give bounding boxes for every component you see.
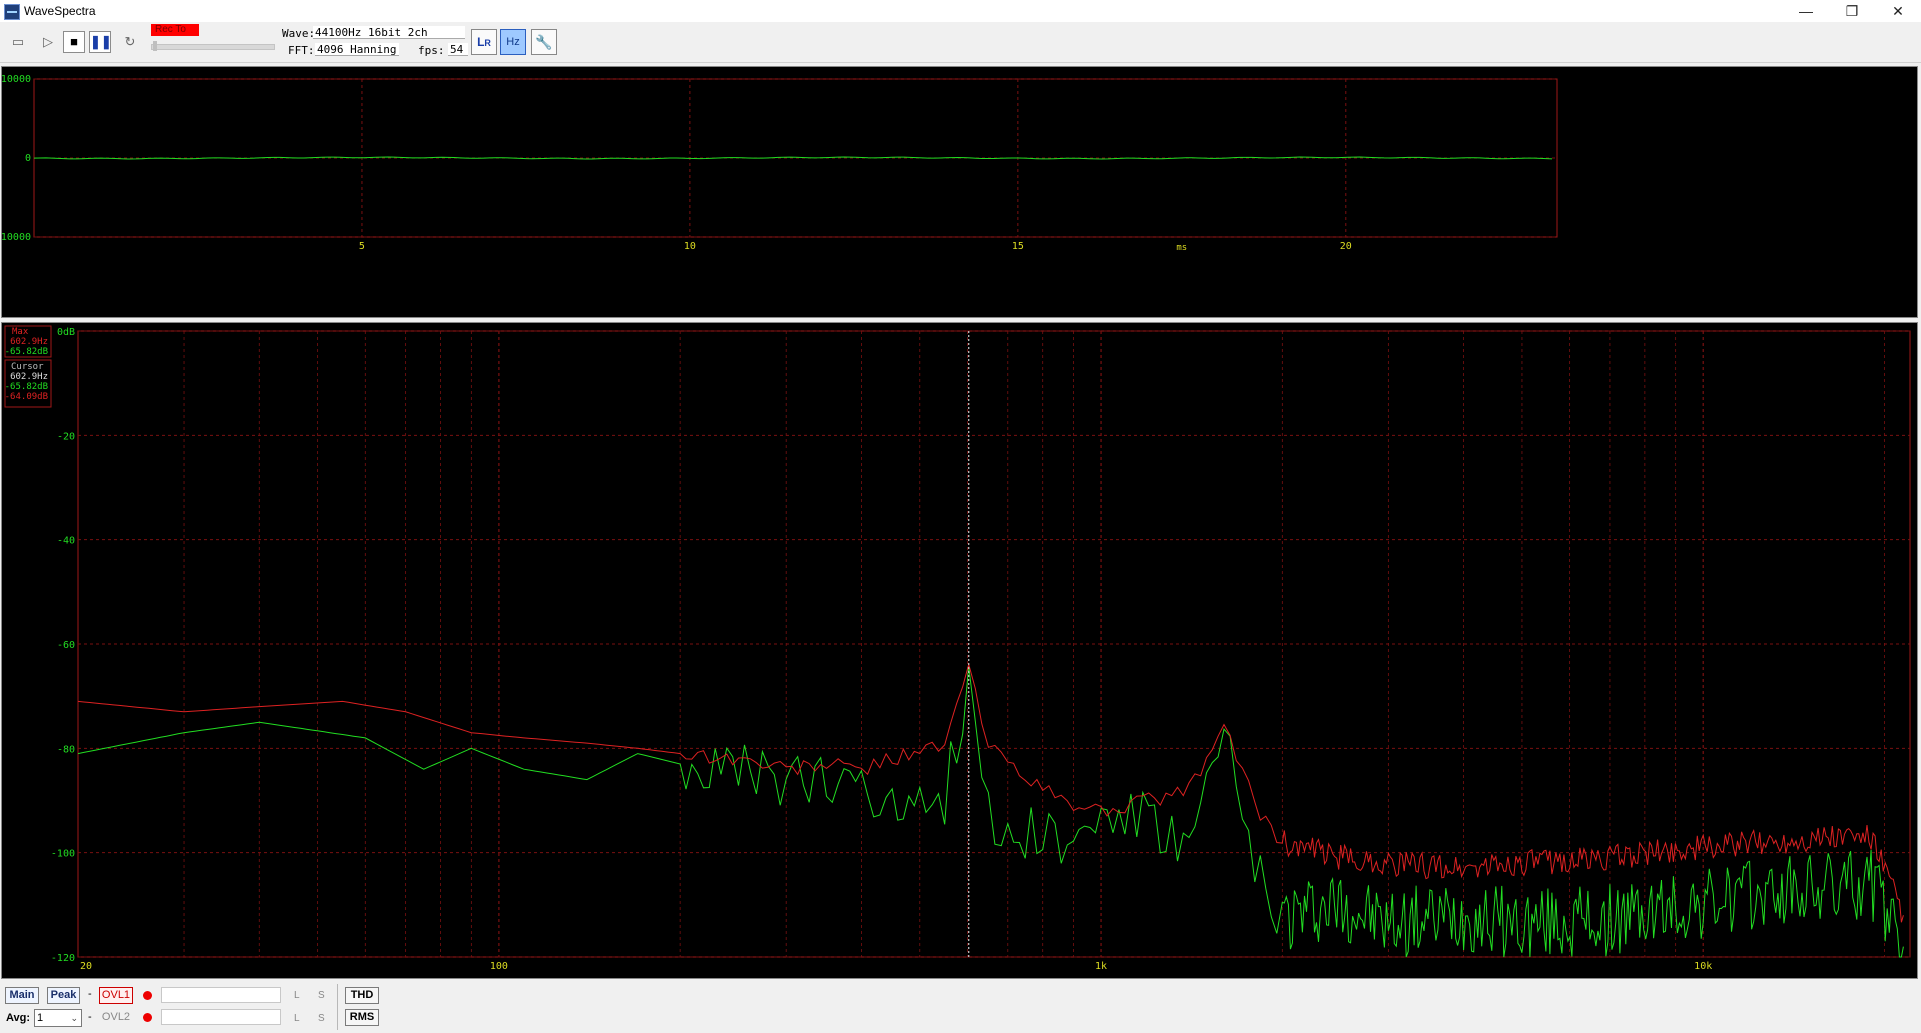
spectrum-trace-l xyxy=(77,666,1904,958)
level-meter-l xyxy=(161,987,281,1003)
wave-x-unit-label: ms xyxy=(1176,243,1187,253)
channel-lr-icon[interactable]: LR xyxy=(471,29,497,55)
wave-y-tick-label: 10000 xyxy=(2,74,31,85)
fps-label: fps: xyxy=(418,44,445,57)
rms-button[interactable]: RMS xyxy=(345,1009,379,1026)
spectrum-plot[interactable]: 0dB-20-40-60-80-100-12020 100 1k 10kMax602.… xyxy=(2,323,1917,978)
peak-button[interactable]: Peak xyxy=(47,987,80,1004)
status-bar: Main Peak - OVL1 L S THD Avg: 1 ⌄ - OVL2 … xyxy=(0,982,1921,1033)
title-bar: WaveSpectra — ❐ ✕ xyxy=(0,0,1921,23)
app-icon xyxy=(4,4,20,20)
ovl1-indicator[interactable]: OVL1 xyxy=(99,987,133,1004)
minimize-button[interactable]: — xyxy=(1783,0,1829,22)
cursor-db-r-value: -64.09dB xyxy=(5,392,48,402)
main-button[interactable]: Main xyxy=(5,987,39,1004)
spectrum-y-tick-label: 0dB xyxy=(57,327,75,338)
wave-x-tick-label: 10 xyxy=(684,241,696,252)
meter-s-label-2: S xyxy=(318,1013,325,1024)
separator xyxy=(337,984,338,1030)
chevron-down-icon: ⌄ xyxy=(70,1013,78,1023)
fft-setting-value[interactable]: 4096 Hanning xyxy=(315,43,399,56)
spectrum-x-tick-label: 10k xyxy=(1694,961,1712,972)
spectrum-y-tick-label: -80 xyxy=(57,744,75,755)
settings-wrench-icon[interactable]: 🔧 xyxy=(531,29,557,55)
avg-select[interactable]: 1 ⌄ xyxy=(34,1009,82,1027)
spectrum-y-tick-label: -40 xyxy=(57,536,75,547)
hz-scale-icon[interactable]: Hz xyxy=(500,29,526,55)
waveform-panel: 10000 0 -10000 5 10 15 20 ms xyxy=(0,66,1918,318)
wave-x-tick-label: 20 xyxy=(1340,241,1352,252)
spectrum-y-tick-label: -120 xyxy=(51,953,75,964)
wave-format-value: 44100Hz 16bit 2ch xyxy=(313,26,465,39)
open-file-icon[interactable]: ▭ xyxy=(7,31,29,53)
cursor-label: Cursor xyxy=(11,362,44,372)
stop-button[interactable]: ■ xyxy=(63,31,85,53)
dash-separator-2: - xyxy=(88,1011,92,1023)
slider-thumb[interactable] xyxy=(153,41,157,51)
dash-separator: - xyxy=(88,988,92,1000)
wave-x-tick-label: 5 xyxy=(359,241,365,252)
cursor-db-l-value: -65.82dB xyxy=(5,382,48,392)
thd-button[interactable]: THD xyxy=(345,987,379,1004)
restore-button[interactable]: ❐ xyxy=(1829,0,1875,22)
fft-label: FFT: xyxy=(288,44,315,57)
spectrum-plot-frame xyxy=(77,330,1911,958)
spectrum-x-tick-label: 20 xyxy=(80,961,92,972)
max-db-value: -65.82dB xyxy=(5,347,48,357)
wave-y-tick-label: -10000 xyxy=(2,232,31,243)
spectrum-y-tick-label: -20 xyxy=(57,431,75,442)
spectrum-x-tick-label: 1k xyxy=(1095,961,1107,972)
meter-l-label: L xyxy=(294,990,300,1001)
meter-s-label: S xyxy=(318,990,325,1001)
spectrum-x-tick-label: 100 xyxy=(490,961,508,972)
max-label: Max xyxy=(12,327,29,337)
wave-format-label: Wave: xyxy=(282,27,316,40)
close-button[interactable]: ✕ xyxy=(1875,0,1921,22)
cursor-freq-value: 602.9Hz xyxy=(10,372,48,382)
spectrum-panel: 0dB -20 -40 -60 -80 -100 -120 20 100 1k 10k Max 602.… xyxy=(1,322,1918,979)
window-title: WaveSpectra xyxy=(24,4,96,18)
waveform-plot: 10000 0 -10000 5 10 15 20 ms xyxy=(0,74,1558,253)
level-meter-r xyxy=(161,1009,281,1025)
fps-value: 54 xyxy=(448,43,468,56)
ovl2-indicator[interactable]: OVL2 xyxy=(99,1009,133,1026)
avg-value: 1 xyxy=(37,1012,44,1024)
pause-button[interactable]: ❚❚ xyxy=(89,31,112,53)
meter-l-label-2: L xyxy=(294,1013,300,1024)
input-level-slider[interactable] xyxy=(151,44,275,50)
wave-x-tick-label: 15 xyxy=(1012,241,1024,252)
spectrum-y-tick-label: -100 xyxy=(51,849,75,860)
spectrum-trace-r xyxy=(77,662,1904,923)
cursor-info-box: Max602.9Hz-65.82dBCursor602.9Hz-65.82dB-… xyxy=(4,325,52,408)
play-icon[interactable]: ▷ xyxy=(37,31,59,53)
wave-y-tick-label: 0 xyxy=(25,153,31,164)
spectrum-y-tick-label: -60 xyxy=(57,640,75,651)
rec-level-indicator: Rec To xyxy=(151,24,199,36)
max-freq-value: 602.9Hz xyxy=(10,337,48,347)
loop-icon[interactable]: ↻ xyxy=(119,31,141,53)
avg-label: Avg: xyxy=(6,1012,31,1024)
record-l-indicator xyxy=(143,991,152,1000)
record-r-indicator xyxy=(143,1013,152,1022)
